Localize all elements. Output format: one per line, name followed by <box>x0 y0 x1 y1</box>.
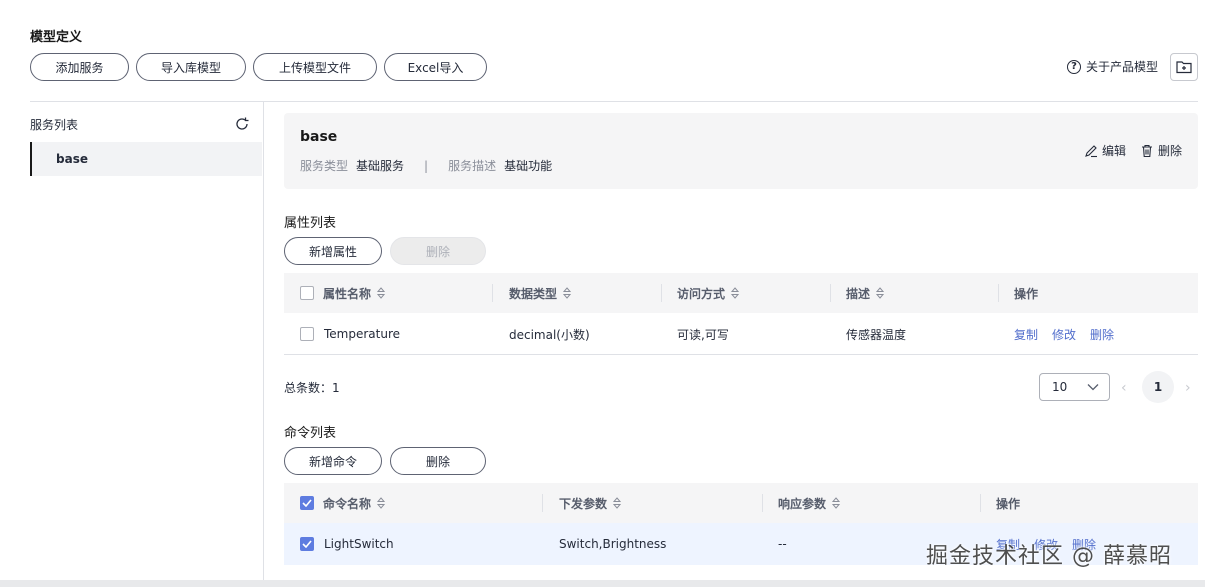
delete-link[interactable]: 删除 <box>1090 326 1114 343</box>
col-label: 下发参数 <box>559 496 608 511</box>
header-divider <box>30 101 1198 102</box>
service-desc-label: 服务描述 <box>448 159 497 173</box>
edit-service-button[interactable]: 编辑 <box>1084 142 1126 159</box>
command-list-title: 命令列表 <box>284 426 337 441</box>
upload-model-file-button[interactable]: 上传模型文件 <box>253 53 377 81</box>
add-command-button[interactable]: 新增命令 <box>284 447 382 475</box>
edit-icon <box>1085 144 1097 157</box>
next-page-button[interactable]: › <box>1185 380 1191 396</box>
select-all-checkbox[interactable] <box>300 496 314 510</box>
sort-icon[interactable] <box>376 287 386 299</box>
sidebar-divider <box>263 101 264 581</box>
row-checkbox[interactable] <box>300 327 314 341</box>
chevron-down-icon <box>1087 384 1099 391</box>
total-count: 总条数：1 <box>284 381 340 395</box>
trash-icon <box>1141 144 1152 157</box>
refresh-icon[interactable] <box>234 116 250 132</box>
row-checkbox[interactable] <box>300 537 314 551</box>
col-label: 响应参数 <box>778 496 827 511</box>
sort-icon[interactable] <box>612 497 622 509</box>
command-col-response[interactable]: 响应参数 <box>778 483 841 523</box>
property-col-access[interactable]: 访问方式 <box>677 273 740 313</box>
col-label: 命令名称 <box>323 496 372 511</box>
about-product-model-link[interactable]: ? 关于产品模型 <box>1066 58 1158 75</box>
page-number-current[interactable]: 1 <box>1142 371 1174 403</box>
delete-command-button[interactable]: 删除 <box>390 447 486 475</box>
property-name: Temperature <box>324 327 401 341</box>
command-params: Switch,Brightness <box>559 537 667 551</box>
command-table-header: 命令名称 下发参数 响应参数 操作 <box>284 483 1198 523</box>
column-separator <box>830 284 831 302</box>
property-desc: 传感器温度 <box>846 327 907 342</box>
about-product-model-label: 关于产品模型 <box>1085 60 1158 74</box>
horizontal-scrollbar[interactable] <box>0 580 1205 587</box>
edit-label: 编辑 <box>1101 144 1126 158</box>
delete-property-button[interactable]: 删除 <box>390 237 486 265</box>
property-col-ops: 操作 <box>1014 273 1038 313</box>
prev-page-button[interactable]: ‹ <box>1121 380 1127 396</box>
import-library-model-button[interactable]: 导入库模型 <box>136 53 246 81</box>
check-icon <box>302 540 312 548</box>
sort-icon[interactable] <box>831 497 841 509</box>
sort-icon[interactable] <box>875 287 885 299</box>
property-table-header: 属性名称 数据类型 访问方式 描述 操作 <box>284 273 1198 313</box>
page-title: 模型定义 <box>30 30 83 45</box>
col-label: 操作 <box>996 496 1021 511</box>
col-label: 访问方式 <box>677 286 726 301</box>
column-separator <box>980 494 981 512</box>
column-separator <box>492 284 493 302</box>
column-separator <box>542 494 543 512</box>
command-name: LightSwitch <box>324 537 394 551</box>
watermark: 掘金技术社区 @ 薛慕昭 <box>926 544 1172 569</box>
service-type-label: 服务类型 <box>300 159 349 173</box>
property-col-name[interactable]: 属性名称 <box>300 273 386 313</box>
page-size-value: 10 <box>1052 380 1068 394</box>
column-separator <box>661 284 662 302</box>
column-separator <box>762 494 763 512</box>
col-label: 属性名称 <box>323 286 372 301</box>
folder-icon <box>1176 61 1192 74</box>
meta-separator: | <box>424 158 429 173</box>
col-label: 数据类型 <box>509 286 558 301</box>
add-service-button[interactable]: 添加服务 <box>30 53 129 81</box>
modify-link[interactable]: 修改 <box>1052 326 1076 343</box>
folder-button[interactable] <box>1170 53 1198 81</box>
service-desc-value: 基础功能 <box>504 159 553 173</box>
check-icon <box>302 499 312 507</box>
copy-link[interactable]: 复制 <box>1014 326 1038 343</box>
property-type: decimal(小数) <box>509 327 590 342</box>
service-list-heading: 服务列表 <box>30 118 79 132</box>
sort-icon[interactable] <box>376 497 386 509</box>
command-col-params[interactable]: 下发参数 <box>559 483 622 523</box>
page-size-select[interactable]: 10 <box>1039 373 1110 401</box>
service-name: base <box>300 129 338 145</box>
col-label: 描述 <box>846 286 871 301</box>
sort-icon[interactable] <box>562 287 572 299</box>
property-col-desc[interactable]: 描述 <box>846 273 885 313</box>
add-property-button[interactable]: 新增属性 <box>284 237 382 265</box>
service-info-card: base 服务类型 基础服务 | 服务描述 基础功能 编辑 删除 <box>284 113 1198 189</box>
help-icon: ? <box>1066 59 1081 74</box>
command-col-ops: 操作 <box>996 483 1020 523</box>
service-type-value: 基础服务 <box>356 159 405 173</box>
sidebar-item-base[interactable]: base <box>30 142 262 176</box>
delete-service-button[interactable]: 删除 <box>1140 142 1182 159</box>
property-list-title: 属性列表 <box>284 216 337 231</box>
col-label: 操作 <box>1014 286 1039 301</box>
table-row[interactable]: Temperature decimal(小数) 可读,可写 传感器温度 复制 修… <box>284 313 1198 355</box>
command-col-name[interactable]: 命令名称 <box>300 483 386 523</box>
property-col-type[interactable]: 数据类型 <box>509 273 572 313</box>
select-all-checkbox[interactable] <box>300 286 314 300</box>
property-access: 可读,可写 <box>677 327 729 342</box>
sort-icon[interactable] <box>730 287 740 299</box>
command-response: -- <box>778 537 787 551</box>
excel-import-button[interactable]: Excel导入 <box>384 53 487 81</box>
service-meta: 服务类型 基础服务 | 服务描述 基础功能 <box>300 157 552 174</box>
column-separator <box>998 284 999 302</box>
delete-label: 删除 <box>1157 144 1182 158</box>
